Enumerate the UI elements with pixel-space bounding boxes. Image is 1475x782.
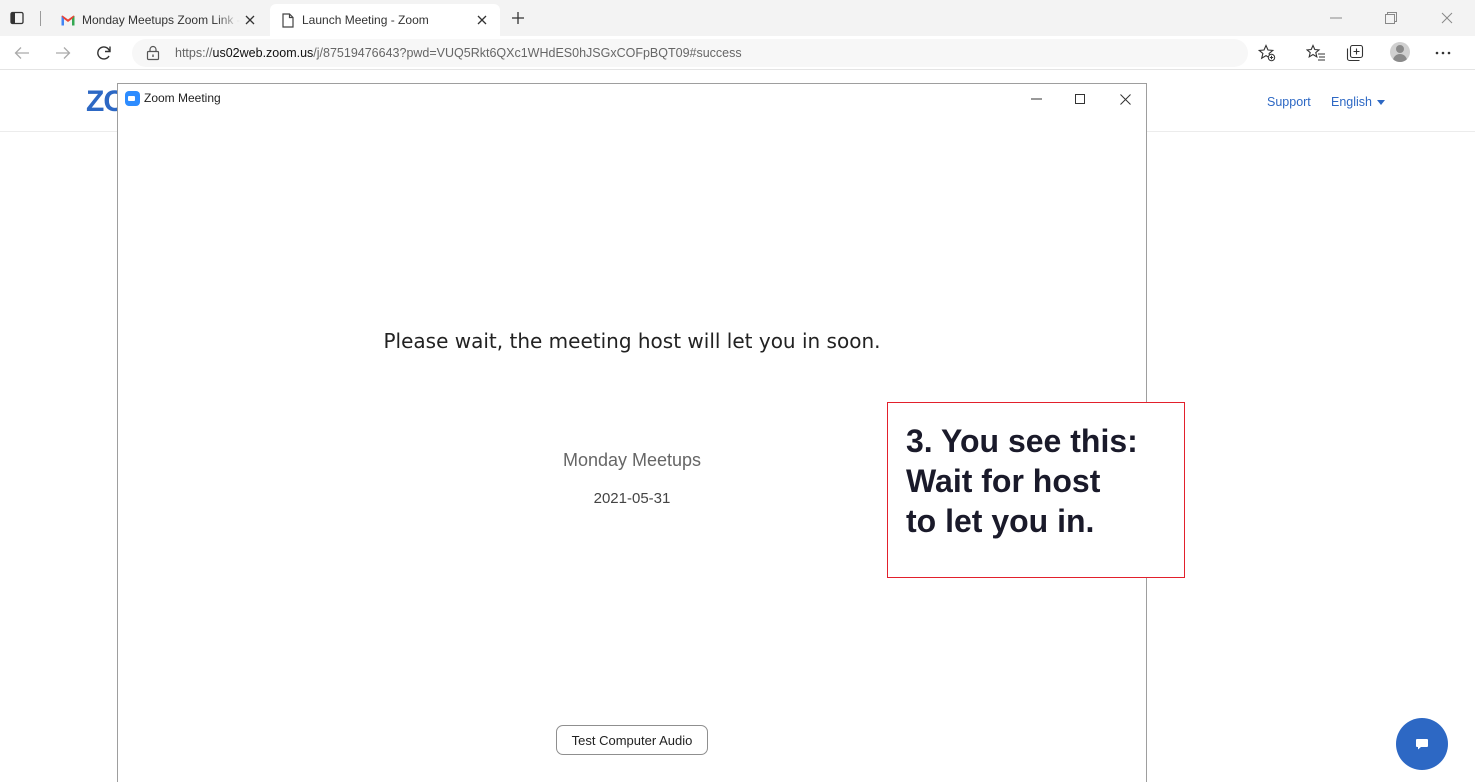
tab-actions-icon[interactable] [8,9,26,27]
favorites-list-icon[interactable] [1305,42,1327,64]
tab-title: Launch Meeting - Zoom [302,13,429,27]
chat-bubble-icon [1416,739,1428,750]
tab-gmail[interactable]: Monday Meetups Zoom Link - c [50,4,268,36]
caret-down-icon [1377,99,1385,105]
close-window-icon[interactable] [1437,8,1457,28]
zoom-maximize-icon[interactable] [1069,89,1091,109]
instruction-callout: 3. You see this: Wait for host to let yo… [887,402,1185,578]
close-tab-icon[interactable] [472,10,492,30]
zoom-window-title: Zoom Meeting [144,91,221,105]
minimize-icon[interactable] [1326,8,1346,28]
restore-icon[interactable] [1381,8,1401,28]
language-dropdown[interactable]: English [1331,95,1385,109]
chat-support-button[interactable] [1396,718,1448,770]
collections-icon[interactable] [1344,42,1366,64]
zoom-window-titlebar[interactable]: Zoom Meeting [118,84,1146,114]
tab-launch-meeting[interactable]: Launch Meeting - Zoom [270,4,500,36]
language-label: English [1331,95,1372,109]
url-host: us02web.zoom.us [212,46,314,60]
url-path: /j/87519476643?pwd=VUQ5Rkt6QXc1WHdES0hJS… [313,46,742,60]
support-link[interactable]: Support [1267,95,1311,109]
profile-avatar-icon[interactable] [1390,42,1410,62]
url-text[interactable]: https://us02web.zoom.us/j/87519476643?pw… [175,46,742,60]
browser-tab-strip: Monday Meetups Zoom Link - c Launch Meet… [0,0,1475,36]
zoom-close-icon[interactable] [1114,89,1136,109]
zoom-minimize-icon[interactable] [1025,89,1047,109]
back-arrow-icon[interactable] [12,43,32,63]
add-favorite-star-icon[interactable] [1256,42,1278,64]
close-tab-icon[interactable] [240,10,260,30]
callout-text: 3. You see this: Wait for host to let yo… [906,423,1138,539]
gmail-icon [60,12,76,28]
url-prefix: https:// [175,46,213,60]
address-bar[interactable]: https://us02web.zoom.us/j/87519476643?pw… [132,39,1248,67]
zoom-app-icon [125,91,140,106]
browser-toolbar: https://us02web.zoom.us/j/87519476643?pw… [0,36,1475,70]
refresh-icon[interactable] [94,43,114,63]
new-tab-plus-icon[interactable] [508,8,528,28]
waiting-room-message: Please wait, the meeting host will let y… [383,329,881,353]
lock-icon[interactable] [146,45,162,61]
forward-arrow-icon[interactable] [53,43,73,63]
tab-separator [40,11,41,26]
more-options-icon[interactable] [1432,42,1454,64]
test-computer-audio-button[interactable]: Test Computer Audio [556,725,708,755]
page-icon [280,12,296,28]
tab-title: Monday Meetups Zoom Link - c [82,13,240,27]
